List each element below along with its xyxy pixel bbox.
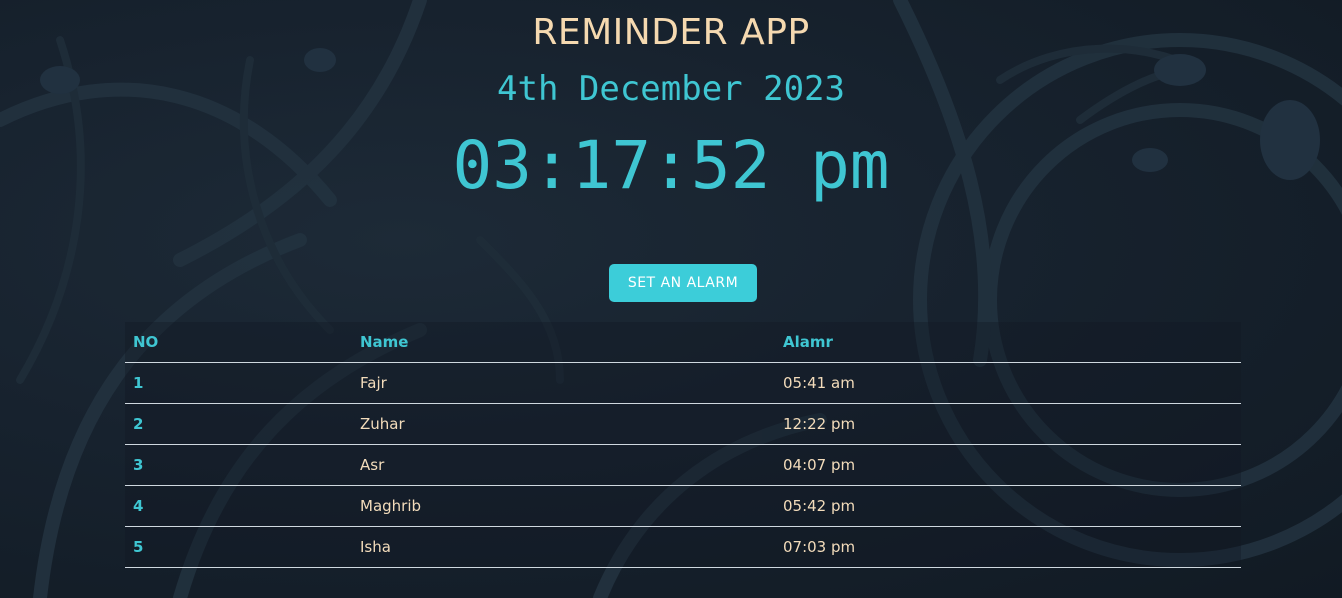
- column-header-name: Name: [360, 333, 409, 351]
- prayer-name: Isha: [360, 538, 391, 556]
- column-header-alarm: Alamr: [783, 333, 833, 351]
- row-number: 2: [133, 415, 144, 433]
- digital-clock: 03:17:52 pm: [452, 127, 890, 204]
- row-number: 3: [133, 456, 144, 474]
- alarm-table: NO Name Alamr 1 Fajr 05:41 am 2 Zuhar 12…: [125, 322, 1241, 568]
- prayer-name: Fajr: [360, 374, 387, 392]
- alarm-time: 05:41 am: [783, 374, 855, 392]
- prayer-name: Maghrib: [360, 497, 422, 515]
- table-row: 1 Fajr 05:41 am: [125, 363, 1241, 404]
- row-number: 4: [133, 497, 144, 515]
- app-title: REMINDER APP: [532, 12, 810, 53]
- table-row: 5 Isha 07:03 pm: [125, 527, 1241, 568]
- alarm-time: 04:07 pm: [783, 456, 856, 474]
- table-header-row: NO Name Alamr: [125, 322, 1241, 363]
- table-row: 2 Zuhar 12:22 pm: [125, 404, 1241, 445]
- row-number: 1: [133, 374, 144, 392]
- current-date: 4th December 2023: [497, 69, 845, 109]
- row-number: 5: [133, 538, 144, 556]
- column-header-no: NO: [133, 333, 159, 351]
- set-alarm-button[interactable]: SET AN ALARM: [609, 264, 757, 302]
- alarm-time: 12:22 pm: [783, 415, 856, 433]
- table-row: 3 Asr 04:07 pm: [125, 445, 1241, 486]
- table-row: 4 Maghrib 05:42 pm: [125, 486, 1241, 527]
- prayer-name: Asr: [360, 456, 385, 474]
- prayer-name: Zuhar: [360, 415, 405, 433]
- alarm-time: 07:03 pm: [783, 538, 856, 556]
- alarm-time: 05:42 pm: [783, 497, 856, 515]
